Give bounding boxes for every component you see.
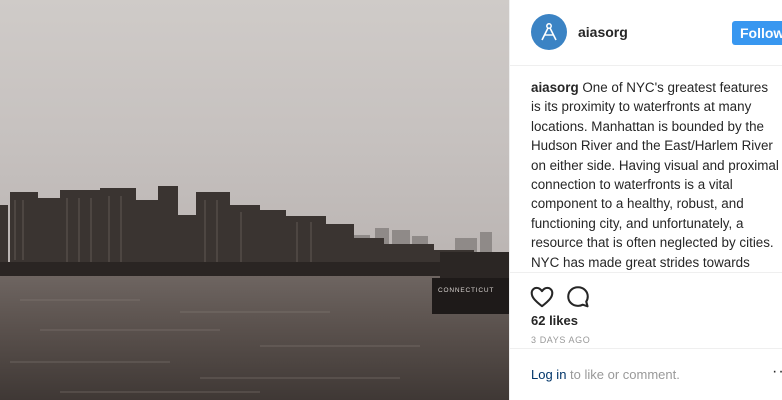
- login-prompt-text: to like or comment.: [566, 367, 680, 382]
- follow-button[interactable]: Follow: [732, 21, 782, 45]
- like-count[interactable]: 62 likes: [531, 313, 578, 328]
- boat-label: CONNECTICUT: [438, 287, 494, 294]
- aia-logo-icon: [541, 23, 557, 41]
- username[interactable]: aiasorg: [578, 24, 628, 40]
- comment-icon: [567, 286, 589, 308]
- comment-button[interactable]: [565, 284, 591, 310]
- login-link[interactable]: Log in: [531, 367, 566, 382]
- login-prompt: Log in to like or comment.: [531, 367, 680, 382]
- river-skyline-image: CONNECTICUT: [0, 0, 509, 400]
- post-caption: aiasorg One of NYC's greatest features i…: [531, 78, 780, 272]
- more-options-icon[interactable]: ···: [772, 363, 782, 381]
- boat: CONNECTICUT: [432, 252, 509, 314]
- post-timestamp[interactable]: 3 DAYS AGO: [531, 335, 590, 345]
- caption-text: One of NYC's greatest features is its pr…: [531, 80, 779, 270]
- post-header: aiasorg Follow: [510, 0, 782, 66]
- avatar[interactable]: [531, 14, 567, 50]
- post-photo[interactable]: CONNECTICUT: [0, 0, 509, 400]
- like-button[interactable]: [529, 284, 555, 310]
- caption-username[interactable]: aiasorg: [531, 80, 579, 95]
- heart-icon: [530, 286, 554, 308]
- comment-footer: Log in to like or comment. ···: [510, 348, 782, 400]
- post-sidebar: aiasorg Follow aiasorg One of NYC's grea…: [509, 0, 782, 400]
